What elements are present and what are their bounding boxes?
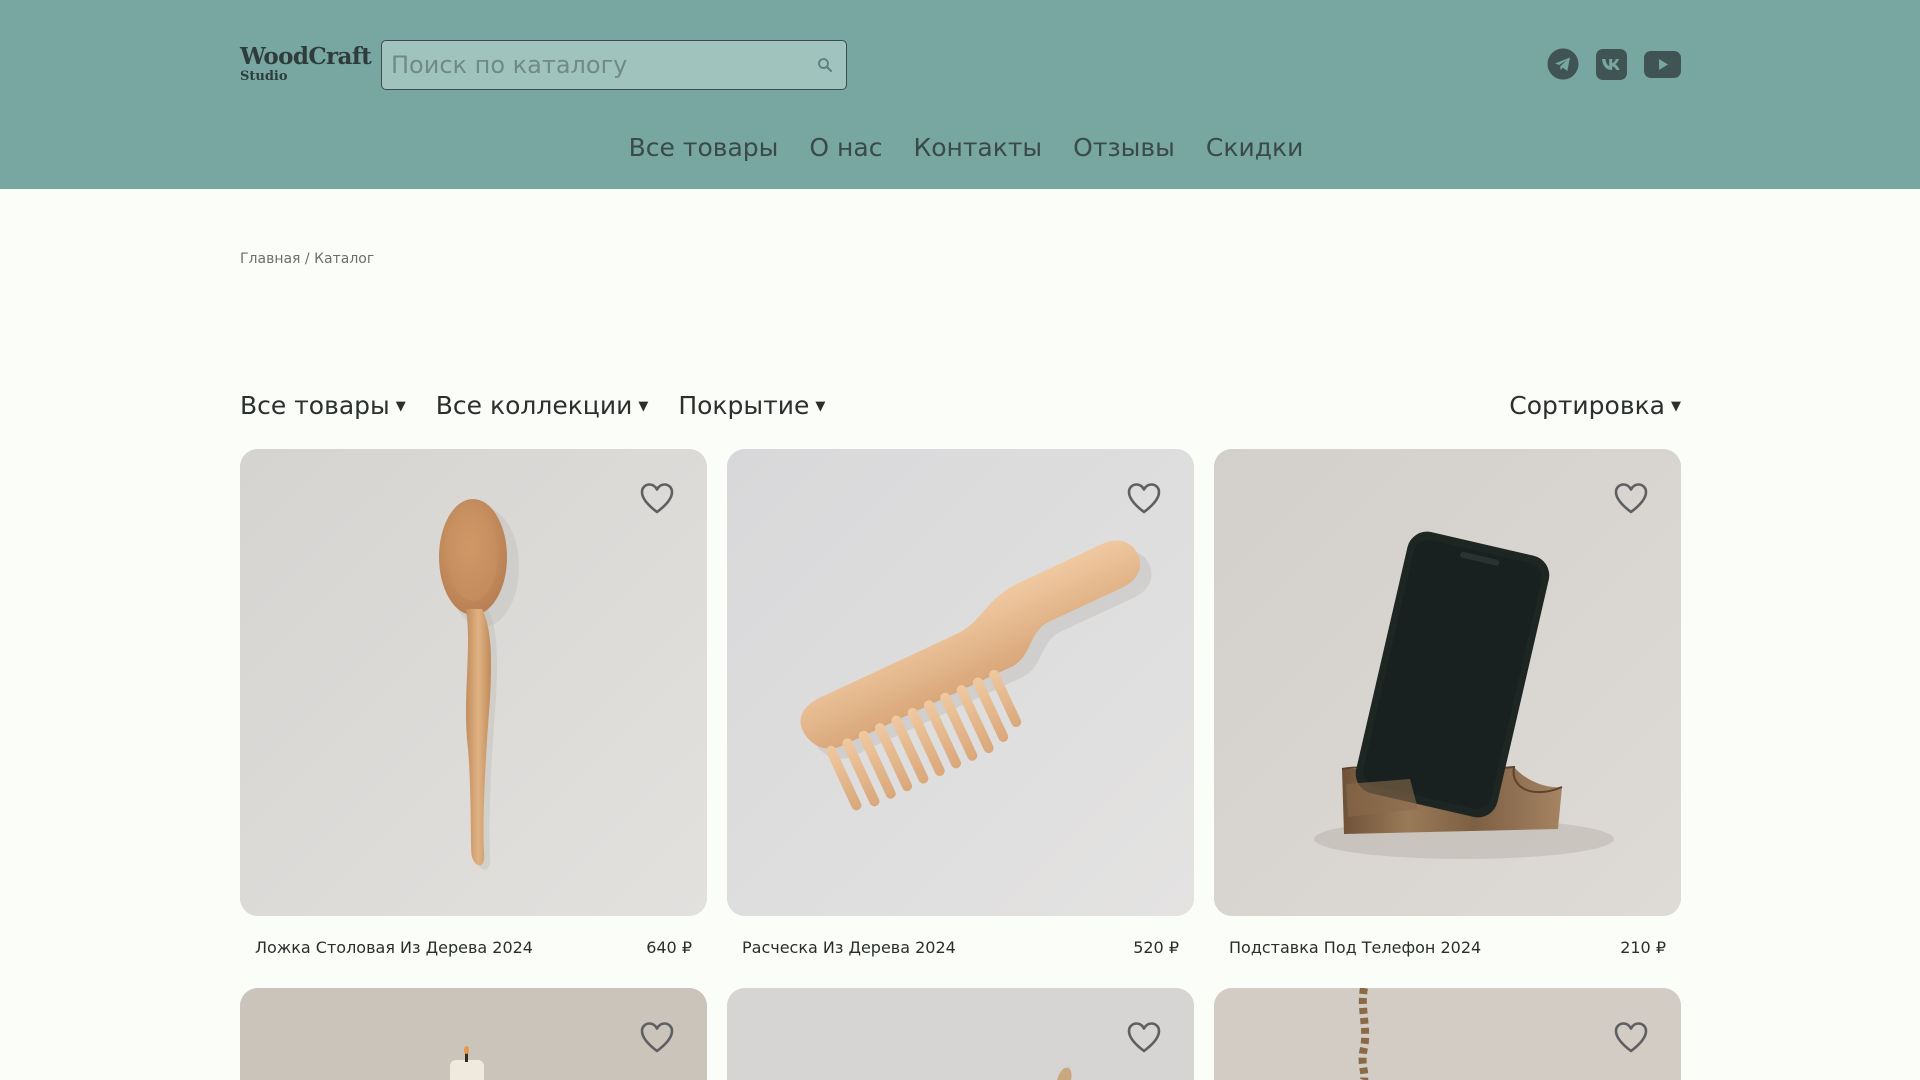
product-card[interactable]: Подставка Под Телефон 2024 210 ₽: [1214, 449, 1681, 960]
filter-coating-dropdown[interactable]: Покрытие ▼: [678, 385, 825, 427]
logo[interactable]: WoodCraft Studio: [240, 43, 372, 84]
product-title[interactable]: Подставка Под Телефон 2024: [1229, 936, 1481, 960]
breadcrumb[interactable]: Главная / Каталог: [240, 251, 374, 267]
product-price: 520 ₽: [1133, 938, 1179, 957]
filter-products-dropdown[interactable]: Все товары ▼: [240, 385, 406, 427]
product-meta: Расческа Из Дерева 2024 520 ₽: [727, 936, 1194, 960]
product-image[interactable]: [727, 988, 1194, 1080]
favorite-heart-icon[interactable]: [639, 1020, 675, 1056]
search-box: [381, 40, 847, 90]
logo-tagline: Studio: [240, 69, 288, 84]
sort-dropdown[interactable]: Сортировка ▼: [1509, 385, 1681, 427]
sort-label: Сортировка: [1509, 391, 1665, 420]
caret-down-icon: ▼: [815, 399, 826, 414]
nav-discounts[interactable]: Скидки: [1206, 128, 1303, 168]
main-nav: Все товары О нас Контакты Отзывы Скидки: [0, 128, 1920, 168]
product-price: 210 ₽: [1620, 938, 1666, 957]
product-image[interactable]: [727, 449, 1194, 916]
product-image[interactable]: [240, 449, 707, 916]
product-card[interactable]: Расческа Из Дерева 2024 520 ₽: [727, 449, 1194, 960]
favorite-heart-icon[interactable]: [1126, 1020, 1162, 1056]
caret-down-icon: ▼: [638, 399, 649, 414]
favorite-heart-icon[interactable]: [639, 481, 675, 517]
nav-about[interactable]: О нас: [809, 128, 882, 168]
filter-collections-dropdown[interactable]: Все коллекции ▼: [436, 385, 649, 427]
filter-collections-label: Все коллекции: [435, 391, 633, 420]
nav-contacts[interactable]: Контакты: [913, 128, 1042, 168]
product-card[interactable]: [727, 988, 1194, 1080]
vk-icon[interactable]: [1596, 48, 1627, 80]
favorite-heart-icon[interactable]: [1613, 1020, 1649, 1056]
favorite-heart-icon[interactable]: [1126, 481, 1162, 517]
search-input[interactable]: [382, 41, 846, 89]
search-icon[interactable]: [816, 56, 834, 74]
filter-coating-label: Покрытие: [678, 391, 810, 420]
product-card[interactable]: [1214, 988, 1681, 1080]
product-price: 640 ₽: [646, 938, 692, 957]
product-title[interactable]: Расческа Из Дерева 2024: [742, 936, 956, 960]
product-image[interactable]: [240, 988, 707, 1080]
caret-down-icon: ▼: [395, 399, 406, 414]
product-card[interactable]: [240, 988, 707, 1080]
product-title[interactable]: Ложка Столовая Из Дерева 2024: [255, 936, 533, 960]
product-image[interactable]: [1214, 988, 1681, 1080]
logo-name: WoodCraft: [240, 43, 372, 70]
youtube-icon[interactable]: [1644, 50, 1681, 78]
nav-all-products[interactable]: Все товары: [629, 128, 779, 168]
filter-bar: Все товары ▼ Все коллекции ▼ Покрытие ▼: [240, 385, 825, 427]
social-links: [1547, 48, 1681, 80]
nav-reviews[interactable]: Отзывы: [1073, 128, 1175, 168]
product-meta: Ложка Столовая Из Дерева 2024 640 ₽: [240, 936, 707, 960]
caret-down-icon: ▼: [1671, 399, 1681, 414]
telegram-icon[interactable]: [1547, 48, 1579, 80]
favorite-heart-icon[interactable]: [1613, 481, 1649, 517]
filter-products-label: Все товары: [240, 391, 390, 420]
site-header: WoodCraft Studio Все товары О нас Контак…: [0, 0, 1920, 189]
product-card[interactable]: Ложка Столовая Из Дерева 2024 640 ₽: [240, 449, 707, 960]
product-meta: Подставка Под Телефон 2024 210 ₽: [1214, 936, 1681, 960]
product-image[interactable]: [1214, 449, 1681, 916]
